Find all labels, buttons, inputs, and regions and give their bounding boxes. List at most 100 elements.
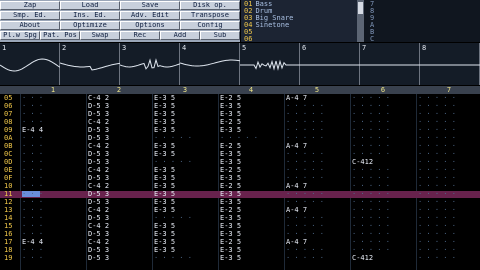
pattern-cell[interactable]: · · · · · [418,207,456,214]
button-rec[interactable]: Rec [120,31,160,40]
pattern-cell[interactable]: A-4 7 [286,143,307,150]
pattern-cell[interactable]: · · · · · [418,255,456,262]
pattern-cell[interactable]: · · · · · [418,95,456,102]
channel-header-1[interactable]: 1 [20,86,86,94]
channel-header-6[interactable]: 6 [350,86,416,94]
pattern-cell[interactable]: E-4 4 [22,127,43,134]
pattern-cell[interactable]: D-5 3 [88,199,109,206]
pattern-cell[interactable]: · · · [22,207,43,214]
pattern-cell[interactable]: · · · · · [352,223,390,230]
scope-channel-3[interactable]: 3 [120,43,180,85]
scope-channel-1[interactable]: 1 [0,43,60,85]
pattern-cell[interactable]: D-5 3 [88,231,109,238]
pattern-cell[interactable]: · · · [22,111,43,118]
pattern-cell[interactable]: E-3 5 [154,127,175,134]
pattern-cell[interactable]: · · · · · [286,103,324,110]
button-pl-w-spg[interactable]: Pl.w Spg [0,31,40,40]
pattern-cell[interactable]: E-3 5 [154,247,175,254]
button-config[interactable]: Config [180,21,240,30]
pattern-cell[interactable]: E-2 5 [220,167,241,174]
pattern-cell[interactable]: · · · · · [352,95,390,102]
pattern-cell[interactable]: · · · · · [286,199,324,206]
pattern-cell[interactable]: · · · · · [418,143,456,150]
pattern-cell[interactable]: E-3 5 [154,119,175,126]
pattern-cell[interactable]: · · · [22,215,43,222]
button-ins-ed-[interactable]: Ins. Ed. [60,11,120,20]
pattern-cell[interactable]: E-3 5 [154,191,175,198]
pattern-cell[interactable]: D-5 3 [88,255,109,262]
pattern-cell[interactable]: · · · · · [418,103,456,110]
pattern-cell[interactable]: E-3 5 [154,175,175,182]
pattern-cell[interactable]: · · · · · [418,159,456,166]
pattern-cell[interactable]: E-2 5 [220,143,241,150]
button-sub[interactable]: Sub [200,31,240,40]
pattern-cell[interactable]: · · · · · [418,175,456,182]
pattern-cell[interactable]: · · · · · [286,247,324,254]
pattern-cell[interactable]: E-2 5 [220,95,241,102]
sample-slot[interactable]: C [370,36,374,43]
pattern-cell[interactable]: A-4 7 [286,183,307,190]
pattern-cell[interactable]: E-3 5 [220,127,241,134]
pattern-cell[interactable]: E-3 5 [154,95,175,102]
pattern-cell[interactable]: E-2 5 [220,119,241,126]
pattern-cell[interactable]: D-5 3 [88,111,109,118]
channel-header-3[interactable]: 3 [152,86,218,94]
instrument-item[interactable]: 06 [244,36,255,43]
pattern-cell[interactable]: · · · · · [352,231,390,238]
sample-list[interactable]: 789ABC [364,0,480,43]
pattern-cell[interactable]: · · · · · [286,215,324,222]
pattern-cell[interactable]: · · · · · [352,127,390,134]
pattern-cell[interactable]: · · · · · [352,183,390,190]
pattern-cell[interactable]: · · · · · [154,159,192,166]
scope-channel-5[interactable]: 5 [240,43,300,85]
button-smp-ed-[interactable]: Smp. Ed. [0,11,60,20]
pattern-cell[interactable]: · · · · · [418,183,456,190]
scope-channel-2[interactable]: 2 [60,43,120,85]
pattern-cell[interactable]: · · · · · [286,135,324,142]
pattern-cell[interactable]: · · · · · [352,143,390,150]
pattern-cell[interactable]: · · · · · [286,167,324,174]
button-swap[interactable]: Swap [80,31,120,40]
pattern-cell[interactable]: E-3 5 [220,231,241,238]
pattern-cell[interactable]: · · · · · [352,151,390,158]
pattern-editor[interactable]: 1234567 05 · · · C-4 2 E-3 5 E-2 5 A-4 7 · · ·… [0,86,480,270]
pattern-cell[interactable]: E-3 5 [220,191,241,198]
pattern-cell[interactable]: A-4 7 [286,95,307,102]
pattern-cell[interactable]: · · · · · [418,223,456,230]
pattern-cell[interactable]: E-3 5 [220,159,241,166]
scrollbar-thumb[interactable] [358,2,363,14]
pattern-cell[interactable]: · · · · · [352,215,390,222]
pattern-cell[interactable]: E-3 5 [154,167,175,174]
pattern-cell[interactable]: · · · · · [418,135,456,142]
pattern-cell[interactable]: A-4 7 [286,239,307,246]
pattern-cell[interactable]: E-3 5 [154,183,175,190]
pattern-cell[interactable]: · · · · · [352,119,390,126]
channel-header-4[interactable]: 4 [218,86,284,94]
pattern-cell[interactable]: · · · · · [286,223,324,230]
pattern-cell[interactable]: E-2 5 [220,207,241,214]
button-about[interactable]: About [0,21,60,30]
pattern-cell[interactable]: · · · · · [286,159,324,166]
pattern-cell[interactable]: · · · [22,183,43,190]
button-save[interactable]: Save [120,1,180,10]
button-add[interactable]: Add [160,31,200,40]
pattern-cell[interactable]: E-3 5 [220,111,241,118]
button-pat-pos[interactable]: Pat. Pos [40,31,80,40]
pattern-cell[interactable]: · · · [22,255,43,262]
pattern-cell[interactable]: · · · [22,119,43,126]
pattern-cell[interactable]: · · · · · [154,255,192,262]
pattern-cell[interactable]: · · · [22,231,43,238]
button-transpose[interactable]: Transpose [180,11,240,20]
pattern-cell[interactable]: · · · · · [352,103,390,110]
pattern-cell[interactable]: · · · · · [418,215,456,222]
pattern-cell[interactable]: E-3 5 [220,223,241,230]
pattern-cell[interactable]: · · · · · [352,247,390,254]
pattern-cell[interactable]: C-4 2 [88,239,109,246]
pattern-cell[interactable]: · · · · · [352,111,390,118]
pattern-cell[interactable]: D-5 3 [88,175,109,182]
pattern-cell[interactable]: E-2 5 [220,239,241,246]
pattern-cell[interactable]: · · · · · [286,127,324,134]
scope-channel-4[interactable]: 4 [180,43,240,85]
pattern-cell[interactable]: E-3 5 [154,223,175,230]
pattern-cell[interactable]: E-3 5 [220,247,241,254]
